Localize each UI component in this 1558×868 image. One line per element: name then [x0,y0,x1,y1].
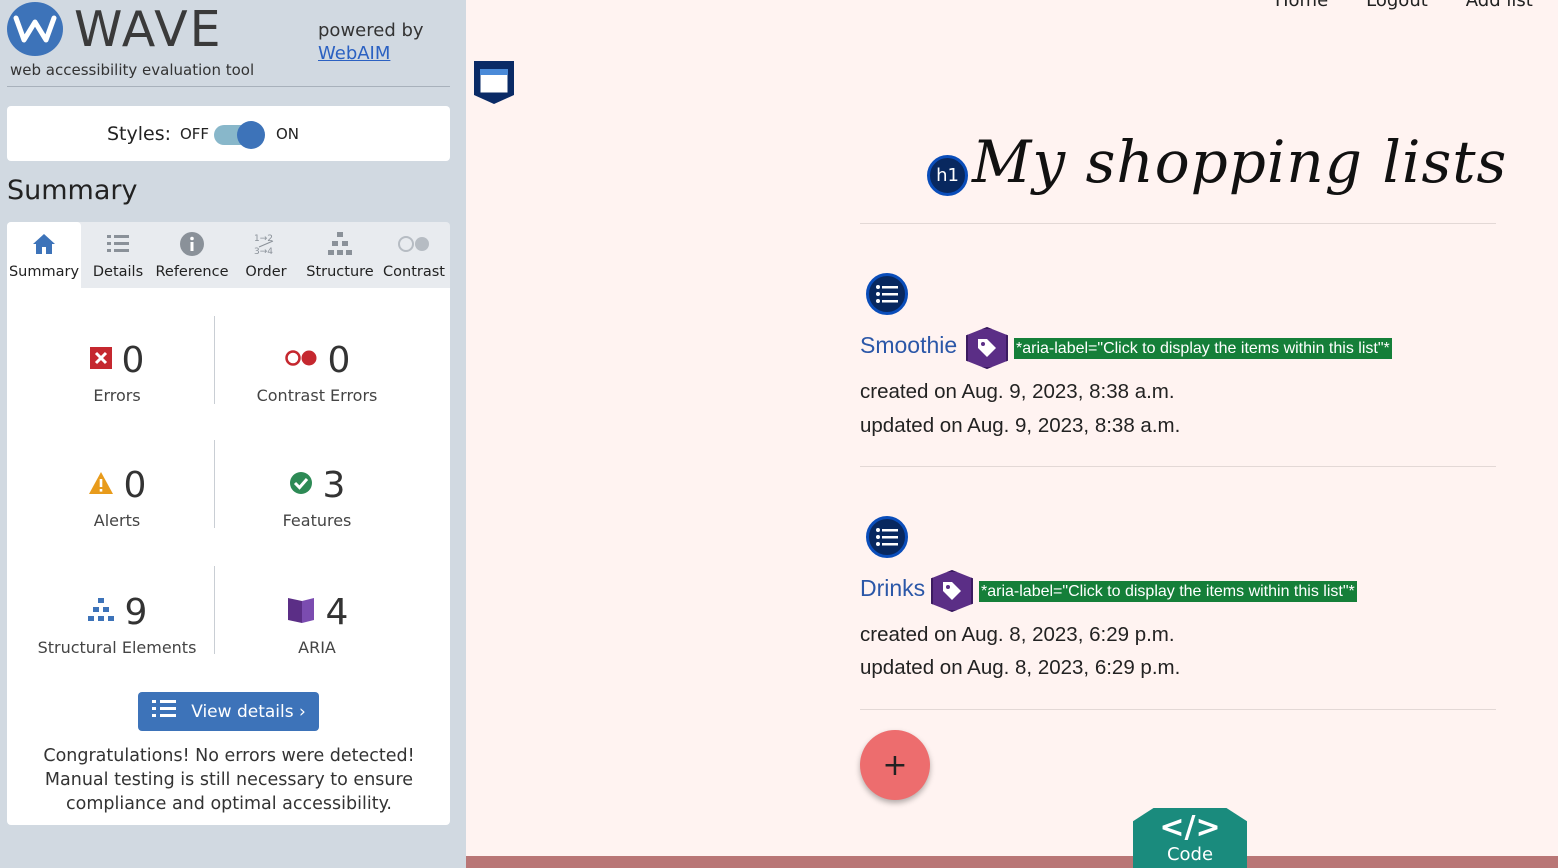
tab-details[interactable]: Details [81,222,155,288]
summary-stats: 0 Errors 0 Contrast Errors 0 Alerts 3 Fe… [7,288,450,825]
contrast-icon [377,231,451,257]
stat-contrast-errors[interactable]: 0 Contrast Errors [212,338,422,406]
view-details-label: View details › [191,701,306,722]
features-count: 3 [322,464,346,506]
webaim-link[interactable]: WebAIM [318,42,424,65]
tab-label: Reference [155,264,229,280]
divider [860,223,1496,224]
updated-date: updated on Aug. 8, 2023, 6:29 p.m. [860,656,1181,679]
nav-add-list[interactable]: Add list [1466,0,1533,11]
list-icon [866,516,908,558]
tab-structure[interactable]: Structure [303,222,377,288]
contrast-errors-count: 0 [327,339,351,381]
info-icon [155,231,229,257]
structural-label: Structural Elements [37,638,197,657]
code-icon: </> [1159,810,1221,845]
tab-reference[interactable]: Reference [155,222,229,288]
add-list-button[interactable]: + [860,730,930,800]
divider [7,86,450,87]
tab-contrast[interactable]: Contrast [377,222,451,288]
list-icon [151,698,177,725]
home-icon [7,231,81,257]
stat-alerts[interactable]: 0 Alerts [12,463,222,530]
order-icon: 1→2 3→4 [229,231,303,257]
aria-tag-icon [966,327,1008,369]
alerts-label: Alerts [93,511,141,530]
divider [860,709,1496,710]
view-details-button[interactable]: View details › [138,692,319,731]
code-toggle-button[interactable]: </> Code [1133,808,1247,868]
contrast-error-icon [284,349,318,371]
wave-tagline: web accessibility evaluation tool [10,61,255,79]
aria-label-annotation: *aria-label="Click to display the items … [1014,338,1392,359]
error-icon [89,347,112,373]
wave-tabbar: Summary Details Reference 1→2 3→4 Order S… [7,222,450,288]
styles-toggle-box: Styles: OFF ON [7,106,450,161]
feature-check-icon [289,471,313,499]
divider [860,466,1496,467]
tab-order[interactable]: 1→2 3→4 Order [229,222,303,288]
svg-text:3→4: 3→4 [254,247,273,257]
powered-by: powered by WebAIM [318,19,424,65]
congrats-message: Congratulations! No errors were detected… [43,746,415,814]
updated-date: updated on Aug. 9, 2023, 8:38 a.m. [860,414,1181,437]
aria-icon [286,595,316,629]
wave-sidebar: WAVE web accessibility evaluation tool p… [0,0,466,868]
features-label: Features [282,511,352,530]
toggle-knob[interactable] [237,121,265,149]
wave-title: WAVE [74,1,223,58]
alerts-count: 0 [123,464,147,506]
nav-logout[interactable]: Logout [1366,0,1428,11]
created-date: created on Aug. 8, 2023, 6:29 p.m. [860,623,1175,646]
aria-label-text: ARIA [298,638,336,657]
code-label: Code [1166,844,1214,865]
powered-by-text: powered by [318,20,424,41]
structure-icon [87,597,115,627]
structure-icon [303,231,377,257]
list-link-drinks[interactable]: Drinks [860,575,925,602]
stat-aria[interactable]: 4 ARIA [212,590,422,657]
list-link-smoothie[interactable]: Smoothie [860,332,957,359]
stat-structural[interactable]: 9 Structural Elements [12,590,222,658]
styles-on-label: ON [276,125,300,143]
styles-label: Styles: [107,123,172,145]
errors-label: Errors [93,386,141,405]
aria-count: 4 [325,591,349,633]
stat-features[interactable]: 3 Features [212,463,422,531]
errors-count: 0 [121,339,145,381]
styles-toggle[interactable] [214,121,265,149]
structural-count: 9 [124,591,148,633]
page-title: My shopping lists [972,128,1508,196]
h1-badge: h1 [927,155,968,196]
tab-summary[interactable]: Summary [7,222,81,288]
window-icon [472,59,516,105]
created-date: created on Aug. 9, 2023, 8:38 a.m. [860,380,1175,403]
styles-off-label: OFF [180,125,210,143]
footer-bar [466,856,1558,868]
summary-heading: Summary [7,175,138,206]
alert-icon [88,471,114,499]
tab-label: Structure [306,264,374,280]
aria-label-annotation: *aria-label="Click to display the items … [979,581,1357,602]
nav-home[interactable]: Home [1275,0,1328,11]
list-icon [866,273,908,315]
tab-label: Contrast [383,264,445,280]
tab-label: Order [245,264,287,280]
tab-label: Summary [8,264,80,280]
wave-logo-icon [7,2,63,56]
stat-errors[interactable]: 0 Errors [12,338,222,405]
list-icon [81,231,155,257]
aria-tag-icon [931,570,973,612]
contrast-errors-label: Contrast Errors [256,386,378,405]
tab-label: Details [92,264,144,280]
top-nav: Home Logout Add list [1275,0,1533,11]
